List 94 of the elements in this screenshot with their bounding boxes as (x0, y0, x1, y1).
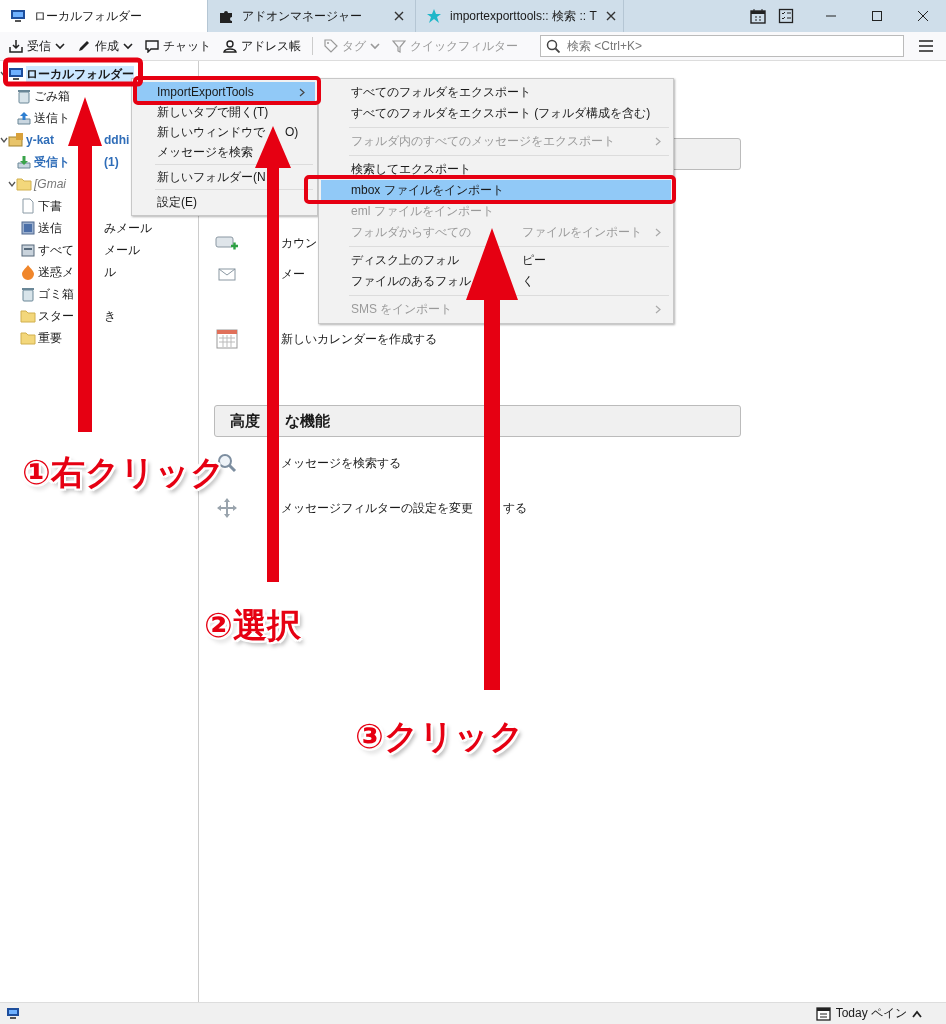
step-label: ①右クリック (22, 452, 225, 492)
menu-item[interactable]: 設定(E) (134, 192, 315, 212)
tab[interactable]: ローカルフォルダー (0, 0, 208, 32)
step-label: ③クリック (355, 716, 524, 756)
menu-item[interactable]: すべてのフォルダをエクスポート (321, 82, 671, 103)
chevron-icon (655, 228, 661, 237)
toolbar-button[interactable]: アドレス帳 (218, 34, 306, 58)
chevron-icon (299, 87, 305, 97)
star-icon (426, 8, 442, 24)
folder-label[interactable]: 送信ト (34, 109, 70, 127)
chevron-icon (655, 137, 661, 146)
inbox-icon (16, 154, 32, 170)
maximize-icon (872, 11, 882, 21)
start-link[interactable]: する (503, 499, 527, 517)
folder-label[interactable]: ル (104, 263, 116, 281)
folder-label[interactable]: 送信 (38, 219, 62, 237)
caret-icon (370, 41, 380, 51)
folder-label[interactable]: みメール (104, 219, 152, 237)
folder-icon (16, 176, 32, 192)
menu-item[interactable]: メッセージを検索 (134, 142, 315, 162)
caret-icon (55, 41, 65, 51)
move-arrows-icon (215, 498, 239, 518)
trash-icon (20, 286, 36, 302)
folder-label[interactable]: ゴミ箱 (38, 285, 74, 303)
folder-label[interactable]: [Gmai (34, 177, 66, 191)
puzzle-icon (218, 8, 234, 24)
toolbar-button[interactable]: 作成 (72, 34, 138, 58)
menu-item[interactable]: すべてのフォルダをエクスポート (フォルダ構成を含む) (321, 103, 671, 124)
menu-item[interactable]: ディスク上のフォル ピー (321, 250, 671, 271)
menu-item[interactable]: ファイルのあるフォル く (321, 271, 671, 292)
folder-label[interactable]: スター (38, 307, 74, 325)
menu-item[interactable]: mbox ファイルをインポート (321, 180, 671, 201)
folder-label[interactable]: ddhi (104, 133, 130, 147)
today-pane-button[interactable]: Today ペイン (811, 1005, 926, 1022)
folder-label[interactable]: 重要 (38, 329, 62, 347)
chevron-icon[interactable] (0, 136, 8, 144)
start-link[interactable]: カウン (281, 234, 317, 252)
flame-icon (20, 264, 36, 280)
computer-icon (10, 8, 26, 24)
unread-count: (1) (104, 155, 119, 169)
folder-label[interactable]: メール (104, 241, 140, 259)
folder-icon (20, 330, 36, 346)
calendar-icon (750, 8, 766, 24)
caret-icon (123, 41, 133, 51)
search-field[interactable]: 検索 <Ctrl+K> (540, 35, 904, 57)
close-icon (604, 10, 617, 22)
tag-icon (324, 39, 338, 53)
close-icon (393, 10, 405, 22)
caret-icon (912, 1009, 922, 1018)
menu-item[interactable]: 新しいウィンドウで O) (134, 122, 315, 142)
calendar-icon (815, 1006, 831, 1021)
person-icon (223, 39, 237, 53)
close-icon (918, 11, 928, 21)
menu-item[interactable]: 新しいタブで開く(T) (134, 102, 315, 122)
start-link[interactable]: メッセージフィルターの設定を変更 (281, 499, 503, 517)
step-label: ②選択 (204, 605, 301, 645)
start-link[interactable]: 新しいカレンダーを作成する (281, 330, 437, 348)
search-icon (546, 39, 560, 53)
folder-label[interactable]: ごみ箱 (34, 87, 70, 105)
menu-item[interactable]: 新しいフォルダー(N (134, 167, 315, 187)
section-title: 高度 (230, 411, 261, 431)
toolbar-button[interactable]: チャット (140, 34, 216, 58)
chevron-icon (655, 305, 661, 314)
folder-icon (20, 308, 36, 324)
folder-label[interactable]: ローカルフォルダー (26, 65, 134, 83)
folder-label[interactable]: 受信ト (34, 153, 70, 171)
computer-icon (6, 1006, 20, 1021)
archive-icon (20, 242, 36, 258)
folder-label[interactable]: y-kat (26, 133, 54, 147)
menu-item[interactable]: 検索してエクスポート (321, 159, 671, 180)
tasks-icon (778, 8, 794, 24)
chevron-icon[interactable] (8, 180, 16, 188)
folder-label[interactable]: すべて (38, 241, 74, 259)
funnel-icon (392, 39, 406, 53)
start-link[interactable]: メー (281, 265, 305, 283)
section-title: な機能 (285, 411, 330, 431)
account-icon (8, 132, 24, 148)
folder-label[interactable]: 下書 (38, 197, 62, 215)
outbox-icon (16, 110, 32, 126)
folder-label[interactable]: 迷惑メ (38, 263, 74, 281)
chat-icon (145, 39, 159, 53)
toolbar-button[interactable]: 受信 (4, 34, 70, 58)
menu-item[interactable]: ImportExportTools (134, 82, 315, 102)
folder-label[interactable]: き (104, 307, 116, 325)
start-link[interactable]: メッセージを検索する (281, 454, 401, 472)
sent-folder-icon (20, 220, 36, 236)
trash-icon (16, 88, 32, 104)
computer-icon (8, 66, 24, 82)
card-plus-icon (215, 233, 239, 253)
document-icon (20, 198, 36, 214)
calendar-icon (215, 328, 239, 350)
menu-icon (919, 40, 933, 52)
download-icon (9, 39, 23, 53)
pencil-icon (77, 39, 91, 53)
